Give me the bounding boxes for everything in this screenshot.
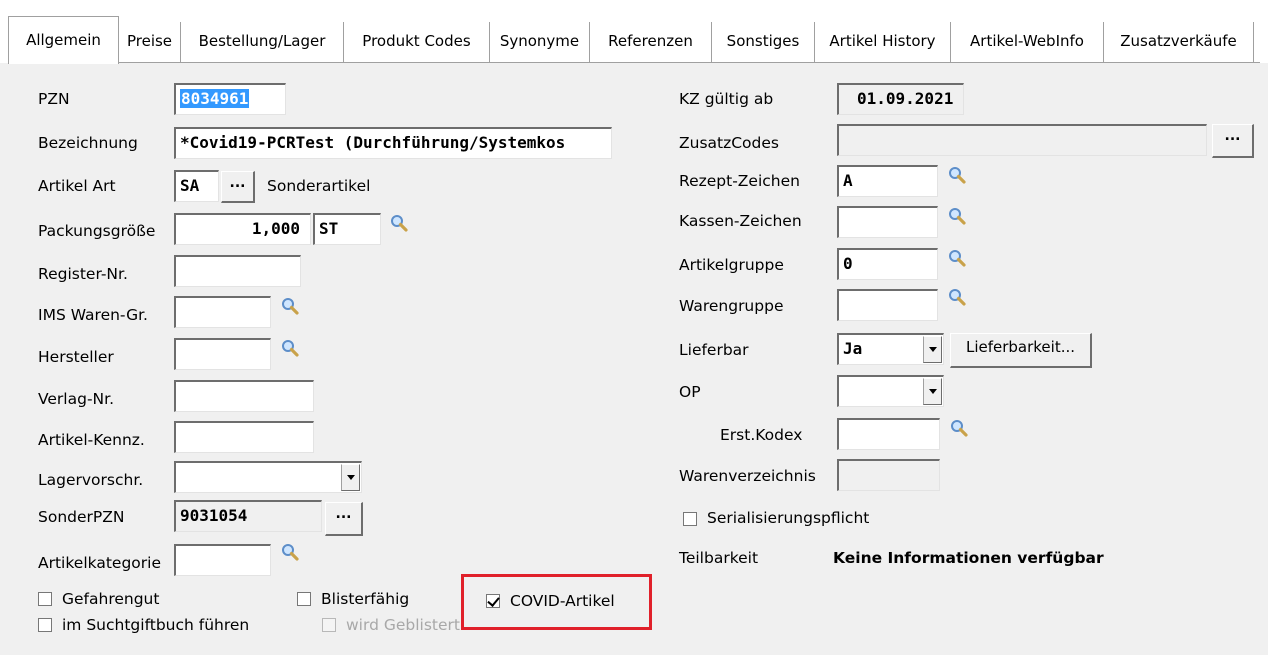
- teilbarkeit-label: Teilbarkeit: [679, 549, 759, 567]
- warengruppe-input[interactable]: [837, 289, 938, 321]
- tab-bar: Allgemein Preise Bestellung/Lager Produk…: [0, 0, 1268, 64]
- suchtgiftbuch-label: im Suchtgiftbuch führen: [62, 616, 250, 634]
- tab-referenzen[interactable]: Referenzen: [590, 22, 712, 62]
- artikelkategorie-input[interactable]: [174, 544, 271, 576]
- register-nr-label: Register-Nr.: [38, 265, 128, 283]
- lieferbar-label: Lieferbar: [679, 341, 749, 359]
- magnifier-icon[interactable]: [946, 165, 968, 187]
- magnifier-icon[interactable]: [946, 248, 968, 270]
- hersteller-label: Hersteller: [38, 348, 114, 366]
- tab-baseline: [118, 62, 1260, 63]
- tab-bestellung-lager[interactable]: Bestellung/Lager: [181, 22, 344, 62]
- hersteller-input[interactable]: [174, 338, 271, 370]
- magnifier-icon[interactable]: [946, 206, 968, 228]
- wird-geblistert-checkbox: [322, 618, 336, 632]
- artikel-kennz-label: Artikel-Kennz.: [38, 431, 145, 449]
- serialisierungspflicht-label: Serialisierungspflicht: [707, 509, 870, 527]
- kassen-zeichen-label: Kassen-Zeichen: [679, 212, 802, 230]
- artikelgruppe-input[interactable]: 0: [837, 248, 938, 280]
- chevron-down-icon[interactable]: [923, 378, 942, 405]
- tab-produkt-codes[interactable]: Produkt Codes: [344, 22, 490, 62]
- ims-waren-gr-input[interactable]: [174, 296, 271, 328]
- lieferbar-value: Ja: [843, 339, 863, 358]
- bezeichnung-input[interactable]: *Covid19-PCRTest (Durchführung/Systemkos: [174, 127, 612, 159]
- kz-gueltig-ab-input[interactable]: 01.09.2021: [837, 83, 964, 115]
- tab-allgemein[interactable]: Allgemein: [8, 16, 119, 64]
- verlag-nr-label: Verlag-Nr.: [38, 390, 115, 408]
- covid-artikel-checkbox[interactable]: [486, 594, 500, 608]
- serialisierungspflicht-checkbox[interactable]: [683, 512, 697, 526]
- article-detail-panel: Allgemein Preise Bestellung/Lager Produk…: [0, 0, 1268, 655]
- packungsgroesse-unit-input[interactable]: ST: [313, 213, 381, 245]
- artikel-art-lookup-button[interactable]: ...: [221, 171, 255, 203]
- packungsgroesse-label: Packungsgröße: [38, 222, 156, 240]
- gefahrengut-checkbox[interactable]: [38, 592, 52, 606]
- pzn-label: PZN: [38, 90, 70, 108]
- warenverzeichnis-input[interactable]: [837, 459, 940, 491]
- artikel-kennz-input[interactable]: [174, 421, 314, 453]
- artikelgruppe-label: Artikelgruppe: [679, 256, 784, 274]
- bezeichnung-label: Bezeichnung: [38, 134, 138, 152]
- register-nr-input[interactable]: [174, 255, 301, 287]
- pzn-input[interactable]: 8034961: [174, 83, 286, 115]
- artikel-art-description: Sonderartikel: [267, 177, 371, 195]
- zusatzcodes-input[interactable]: [837, 124, 1207, 156]
- blisterfaehig-label: Blisterfähig: [321, 590, 410, 608]
- chevron-down-icon[interactable]: [341, 464, 360, 491]
- blisterfaehig-checkbox[interactable]: [297, 592, 311, 606]
- op-label: OP: [679, 383, 701, 401]
- zusatzcodes-label: ZusatzCodes: [679, 134, 779, 152]
- tab-synonyme[interactable]: Synonyme: [490, 22, 590, 62]
- erst-kodex-label: Erst.Kodex: [720, 426, 803, 444]
- magnifier-icon[interactable]: [279, 338, 301, 360]
- sonderpzn-lookup-button[interactable]: ...: [325, 502, 363, 536]
- chevron-down-icon[interactable]: [923, 336, 942, 363]
- erst-kodex-input[interactable]: [837, 418, 940, 450]
- tab-sonstiges[interactable]: Sonstiges: [712, 22, 815, 62]
- tab-zusatzverkaeufe[interactable]: Zusatzverkäufe: [1104, 22, 1254, 62]
- tab-artikel-history[interactable]: Artikel History: [815, 22, 951, 62]
- wird-geblistert-label: wird Geblistert: [346, 616, 460, 634]
- rezept-zeichen-label: Rezept-Zeichen: [679, 172, 800, 190]
- magnifier-icon[interactable]: [388, 213, 410, 235]
- pzn-value: 8034961: [180, 89, 250, 108]
- sonderpzn-input[interactable]: 9031054: [174, 500, 322, 532]
- magnifier-icon[interactable]: [946, 287, 968, 309]
- artikel-art-label: Artikel Art: [38, 177, 116, 195]
- lieferbar-select[interactable]: Ja: [837, 333, 944, 365]
- rezept-zeichen-input[interactable]: A: [837, 165, 938, 197]
- sonderpzn-label: SonderPZN: [38, 508, 125, 526]
- magnifier-icon[interactable]: [279, 296, 301, 318]
- verlag-nr-input[interactable]: [174, 380, 314, 412]
- tab-preise[interactable]: Preise: [119, 22, 181, 62]
- ims-waren-gr-label: IMS Waren-Gr.: [38, 306, 148, 324]
- warengruppe-label: Warengruppe: [679, 297, 784, 315]
- warenverzeichnis-label: Warenverzeichnis: [679, 467, 816, 485]
- zusatzcodes-lookup-button[interactable]: ...: [1212, 124, 1254, 158]
- gefahrengut-label: Gefahrengut: [62, 590, 160, 608]
- artikel-art-input[interactable]: SA: [174, 170, 219, 202]
- op-select[interactable]: [837, 375, 944, 407]
- kz-gueltig-ab-label: KZ gültig ab: [679, 90, 774, 108]
- tab-artikel-webinfo[interactable]: Artikel-WebInfo: [951, 22, 1104, 62]
- packungsgroesse-input[interactable]: 1,000: [174, 213, 311, 245]
- magnifier-icon[interactable]: [948, 418, 970, 440]
- lagervorschr-label: Lagervorschr.: [38, 471, 144, 489]
- magnifier-icon[interactable]: [279, 542, 301, 564]
- covid-artikel-label: COVID-Artikel: [510, 592, 615, 610]
- artikelkategorie-label: Artikelkategorie: [38, 554, 161, 572]
- teilbarkeit-value: Keine Informationen verfügbar: [833, 549, 1104, 567]
- lagervorschr-select[interactable]: [174, 461, 362, 493]
- kassen-zeichen-input[interactable]: [837, 206, 938, 238]
- lieferbarkeit-button[interactable]: Lieferbarkeit...: [950, 333, 1092, 368]
- suchtgiftbuch-checkbox[interactable]: [38, 618, 52, 632]
